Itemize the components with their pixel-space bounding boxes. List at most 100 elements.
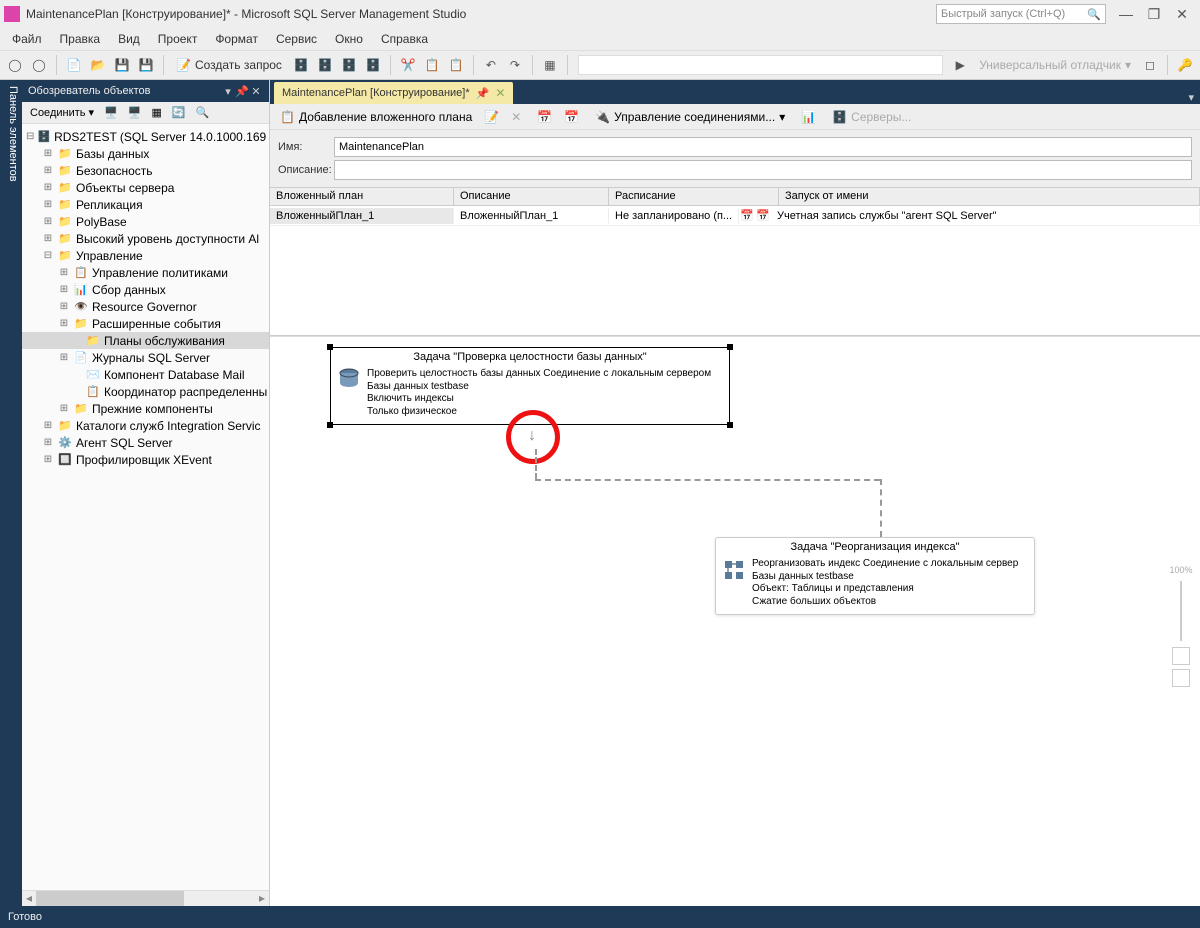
- tree-security[interactable]: ⊞📁Безопасность: [22, 162, 269, 179]
- tree-polybase[interactable]: ⊞📁PolyBase: [22, 213, 269, 230]
- nav-back-button[interactable]: ◯: [4, 54, 26, 76]
- tree-replication[interactable]: ⊞📁Репликация: [22, 196, 269, 213]
- subplan-grid-header: Вложенный план Описание Расписание Запус…: [270, 188, 1200, 206]
- dropdown-icon[interactable]: ▾: [221, 85, 235, 98]
- resize-handle[interactable]: [727, 344, 733, 350]
- tool-icon[interactable]: 🗄️: [290, 54, 312, 76]
- et-icon[interactable]: 🖥️: [100, 106, 122, 119]
- open-button[interactable]: 📂: [87, 54, 109, 76]
- menu-window[interactable]: Окно: [327, 30, 371, 48]
- find-button[interactable]: 🔑: [1174, 54, 1196, 76]
- tree-data-collection[interactable]: ⊞📊Сбор данных: [22, 281, 269, 298]
- grid-button[interactable]: ▦: [539, 54, 561, 76]
- schedule-edit-icon[interactable]: 📅: [739, 209, 755, 222]
- designer-canvas[interactable]: Задача "Проверка целостности базы данных…: [270, 336, 1200, 906]
- title-bar: MaintenancePlan [Конструирование]* - Mic…: [0, 0, 1200, 28]
- tree-xevent[interactable]: ⊞🔲Профилировщик XEvent: [22, 451, 269, 468]
- add-subplan-button[interactable]: 📋Добавление вложенного плана: [276, 110, 476, 124]
- nav-fwd-button[interactable]: ◯: [28, 54, 50, 76]
- desc-input[interactable]: [334, 160, 1192, 180]
- tool-icon[interactable]: 🗄️: [362, 54, 384, 76]
- et-icon[interactable]: 🔄: [168, 106, 190, 119]
- paste-button[interactable]: 📋: [445, 54, 467, 76]
- tree-legacy[interactable]: ⊞📁Прежние компоненты: [22, 400, 269, 417]
- desc-label: Описание:: [278, 164, 334, 176]
- close-window-button[interactable]: ✕: [1168, 6, 1196, 23]
- quick-launch-placeholder: Быстрый запуск (Ctrl+Q): [941, 8, 1065, 20]
- et-icon[interactable]: 🔍: [192, 106, 214, 119]
- toolbox-strip[interactable]: Панель элементов: [0, 80, 22, 906]
- tree-resource-gov[interactable]: ⊞👁️Resource Governor: [22, 298, 269, 315]
- tree-server-objects[interactable]: ⊞📁Объекты сервера: [22, 179, 269, 196]
- zoom-slider[interactable]: [1180, 581, 1182, 641]
- stop-button[interactable]: ◻: [1139, 54, 1161, 76]
- tree-extended-events[interactable]: ⊞📁Расширенные события: [22, 315, 269, 332]
- tree-maint-plans[interactable]: 📁Планы обслуживания: [22, 332, 269, 349]
- manage-connections-button[interactable]: 🔌Управление соединениями... ▾: [591, 110, 789, 124]
- menu-service[interactable]: Сервис: [268, 30, 325, 48]
- zoom-fit-button[interactable]: [1172, 647, 1190, 665]
- servers-button[interactable]: 🗄️Серверы...: [828, 110, 915, 124]
- tree-sql-logs[interactable]: ⊞📄Журналы SQL Server: [22, 349, 269, 366]
- tree-db-mail[interactable]: ✉️Компонент Database Mail: [22, 366, 269, 383]
- minimize-button[interactable]: —: [1112, 6, 1140, 22]
- undo-button[interactable]: ↶: [480, 54, 502, 76]
- tree-server[interactable]: ⊟🗄️RDS2TEST (SQL Server 14.0.1000.169 - …: [22, 128, 269, 145]
- menu-view[interactable]: Вид: [110, 30, 148, 48]
- schedule-button[interactable]: 📅: [533, 110, 556, 124]
- restore-button[interactable]: ❐: [1140, 6, 1168, 23]
- task-reorganize-index[interactable]: Задача "Реорганизация индекса" Реорганиз…: [715, 537, 1035, 615]
- tree-alwayson[interactable]: ⊞📁Высокий уровень доступности Al: [22, 230, 269, 247]
- subplan-row[interactable]: ВложенныйПлан_1 ВложенныйПлан_1 Не запла…: [270, 206, 1200, 226]
- menu-format[interactable]: Формат: [207, 30, 266, 48]
- et-icon[interactable]: 🖥️: [124, 106, 146, 119]
- tab-pin-icon[interactable]: 📌: [476, 87, 490, 100]
- new-item-button[interactable]: 📄: [63, 54, 85, 76]
- tree-databases[interactable]: ⊞📁Базы данных: [22, 145, 269, 162]
- menu-file[interactable]: Файл: [4, 30, 50, 48]
- quick-launch-input[interactable]: Быстрый запуск (Ctrl+Q)🔍: [936, 4, 1106, 24]
- menu-project[interactable]: Проект: [150, 30, 206, 48]
- tool-icon[interactable]: 🗄️: [338, 54, 360, 76]
- grid-empty-area: [270, 226, 1200, 336]
- tab-overflow-icon[interactable]: ▾: [1182, 91, 1200, 104]
- tree-management[interactable]: ⊟📁Управление: [22, 247, 269, 264]
- execute-button[interactable]: ▶: [949, 54, 971, 76]
- col-runas[interactable]: Запуск от имени: [779, 188, 1200, 205]
- reporting-button[interactable]: 📊: [797, 110, 820, 124]
- copy-button[interactable]: 📋: [421, 54, 443, 76]
- remove-schedule-button[interactable]: 📅: [560, 110, 583, 124]
- et-icon[interactable]: ▦: [147, 106, 165, 119]
- menu-edit[interactable]: Правка: [52, 30, 109, 48]
- debugger-button[interactable]: Универсальный отладчик ▾: [973, 58, 1137, 72]
- col-schedule[interactable]: Расписание: [609, 188, 779, 205]
- tool-icon[interactable]: 🗄️: [314, 54, 336, 76]
- separator: [567, 55, 568, 75]
- tree-policy[interactable]: ⊞📋Управление политиками: [22, 264, 269, 281]
- document-tab-active[interactable]: MaintenancePlan [Конструирование]* 📌 ✕: [274, 82, 513, 104]
- pin-icon[interactable]: 📌: [235, 85, 249, 98]
- col-desc[interactable]: Описание: [454, 188, 609, 205]
- subplan-props-button[interactable]: 📝: [480, 110, 503, 124]
- save-all-button[interactable]: 💾: [135, 54, 157, 76]
- resize-handle[interactable]: [327, 422, 333, 428]
- col-subplan[interactable]: Вложенный план: [270, 188, 454, 205]
- tab-close-icon[interactable]: ✕: [495, 86, 505, 100]
- delete-subplan-button[interactable]: ✕: [507, 110, 525, 124]
- schedule-remove-icon[interactable]: 📅: [755, 209, 771, 222]
- save-button[interactable]: 💾: [111, 54, 133, 76]
- cut-button[interactable]: ✂️: [397, 54, 419, 76]
- combo-empty[interactable]: [578, 55, 943, 75]
- tree-sql-agent[interactable]: ⊞⚙️Агент SQL Server: [22, 434, 269, 451]
- object-tree[interactable]: ⊟🗄️RDS2TEST (SQL Server 14.0.1000.169 - …: [22, 124, 269, 890]
- redo-button[interactable]: ↷: [504, 54, 526, 76]
- zoom-region-button[interactable]: [1172, 669, 1190, 687]
- new-query-button[interactable]: 📝Создать запрос: [170, 58, 288, 72]
- connect-button[interactable]: Соединить ▾: [26, 106, 98, 119]
- close-icon[interactable]: ✕: [249, 85, 263, 98]
- explorer-hscroll[interactable]: ◂ ▸: [22, 890, 269, 906]
- tree-integration[interactable]: ⊞📁Каталоги служб Integration Servic: [22, 417, 269, 434]
- name-input[interactable]: [334, 137, 1192, 157]
- tree-coordinator[interactable]: 📋Координатор распределенны: [22, 383, 269, 400]
- menu-help[interactable]: Справка: [373, 30, 436, 48]
